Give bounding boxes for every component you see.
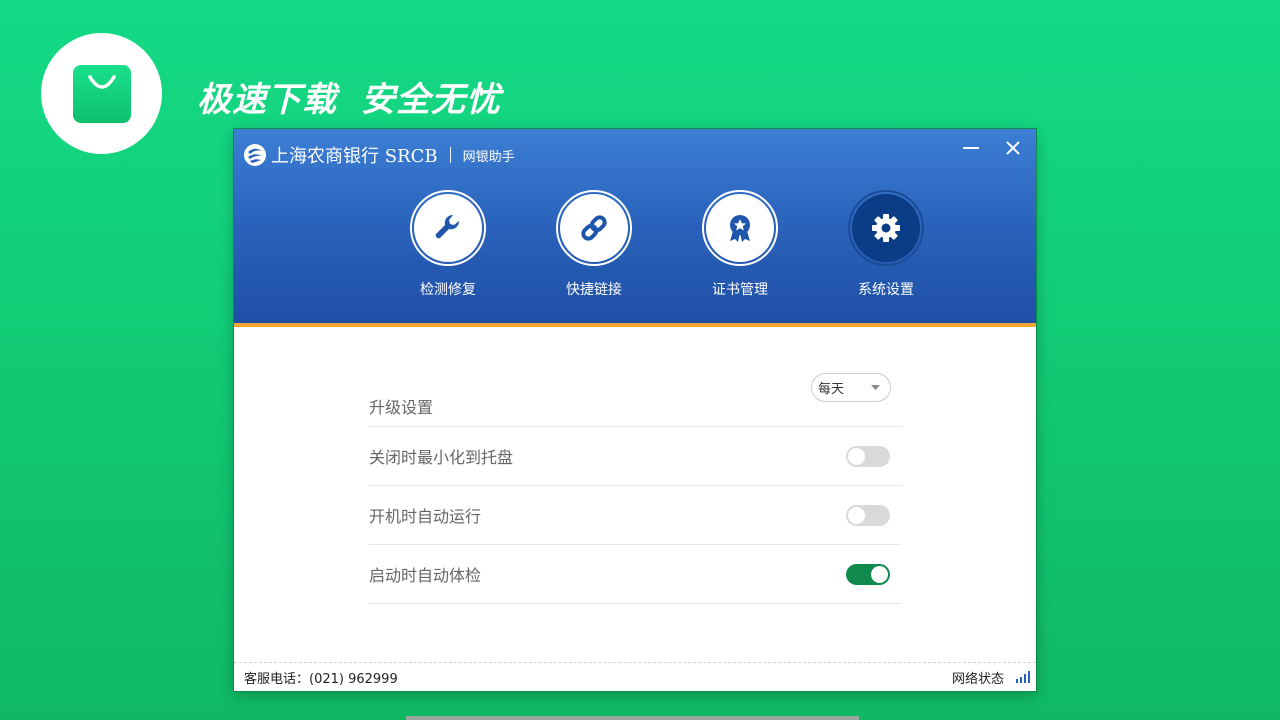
network-status-label: 网络状态 xyxy=(951,671,1004,687)
upgrade-frequency-select[interactable]: 每天 xyxy=(811,373,891,402)
brand-separator xyxy=(449,147,451,163)
bank-logo-icon xyxy=(244,144,266,166)
tray-label: 关闭时最小化到托盘 xyxy=(369,448,514,467)
minimize-button[interactable] xyxy=(958,137,984,159)
nav-label-links: 快捷链接 xyxy=(566,282,622,298)
slogan-left: 极速下载 xyxy=(197,80,337,120)
nav-item-links[interactable]: 快捷链接 xyxy=(521,190,667,299)
settings-panel: 升级设置 每天 关闭时最小化到托盘 开机时自动运行 启动时自动体检 xyxy=(369,369,901,604)
nav-label-settings: 系统设置 xyxy=(858,282,914,298)
nav-item-repair[interactable]: 检测修复 xyxy=(375,190,521,299)
hotline-text: 客服电话：(021) 962999 xyxy=(244,671,398,687)
horizontal-scrollbar[interactable] xyxy=(406,716,859,720)
signal-icon xyxy=(1016,671,1030,683)
setting-row-upgrade: 升级设置 每天 xyxy=(369,369,901,427)
brand-name: 上海农商银行 SRCB xyxy=(271,146,438,167)
nav-item-certificates[interactable]: 证书管理 xyxy=(667,190,813,299)
link-icon xyxy=(581,215,607,241)
certificate-badge-icon xyxy=(730,215,750,242)
chevron-down-icon xyxy=(871,385,880,390)
setting-row-autostart: 开机时自动运行 xyxy=(369,486,901,545)
nav-item-settings[interactable]: 系统设置 xyxy=(813,190,959,299)
autostart-label: 开机时自动运行 xyxy=(369,507,482,526)
minimize-icon xyxy=(963,147,979,149)
close-button[interactable] xyxy=(1000,137,1026,159)
app-window: 上海农商银行 SRCB 网银助手 检测修复 快捷链接 证书管理 系统设置 升级设… xyxy=(234,129,1036,691)
slogan-right: 安全无忧 xyxy=(361,80,501,120)
autocheck-label: 启动时自动体检 xyxy=(369,566,482,585)
window-header: 上海农商银行 SRCB 网银助手 检测修复 快捷链接 证书管理 系统设置 xyxy=(234,129,1036,327)
app-store-logo xyxy=(41,33,162,154)
setting-row-tray: 关闭时最小化到托盘 xyxy=(369,427,901,486)
close-icon xyxy=(1006,141,1020,155)
autostart-toggle[interactable] xyxy=(846,504,890,526)
autocheck-toggle[interactable] xyxy=(846,563,890,585)
status-bar: 客服电话：(021) 962999 网络状态 xyxy=(234,662,1036,691)
main-nav: 检测修复 快捷链接 证书管理 系统设置 xyxy=(375,190,959,299)
upgrade-frequency-value: 每天 xyxy=(818,382,845,397)
brand: 上海农商银行 SRCB 网银助手 xyxy=(243,142,515,168)
wrench-icon xyxy=(435,214,460,239)
gear-icon xyxy=(872,214,900,242)
network-status: 网络状态 xyxy=(952,668,1030,687)
nav-label-certificates: 证书管理 xyxy=(712,282,768,298)
upgrade-label: 升级设置 xyxy=(369,397,434,417)
shopping-bag-icon xyxy=(72,64,131,123)
setting-row-autocheck: 启动时自动体检 xyxy=(369,545,901,604)
promo-slogan: 极速下载 安全无忧 xyxy=(197,72,501,121)
nav-label-repair: 检测修复 xyxy=(420,282,476,298)
app-name: 网银助手 xyxy=(462,149,515,165)
tray-toggle[interactable] xyxy=(846,445,890,467)
